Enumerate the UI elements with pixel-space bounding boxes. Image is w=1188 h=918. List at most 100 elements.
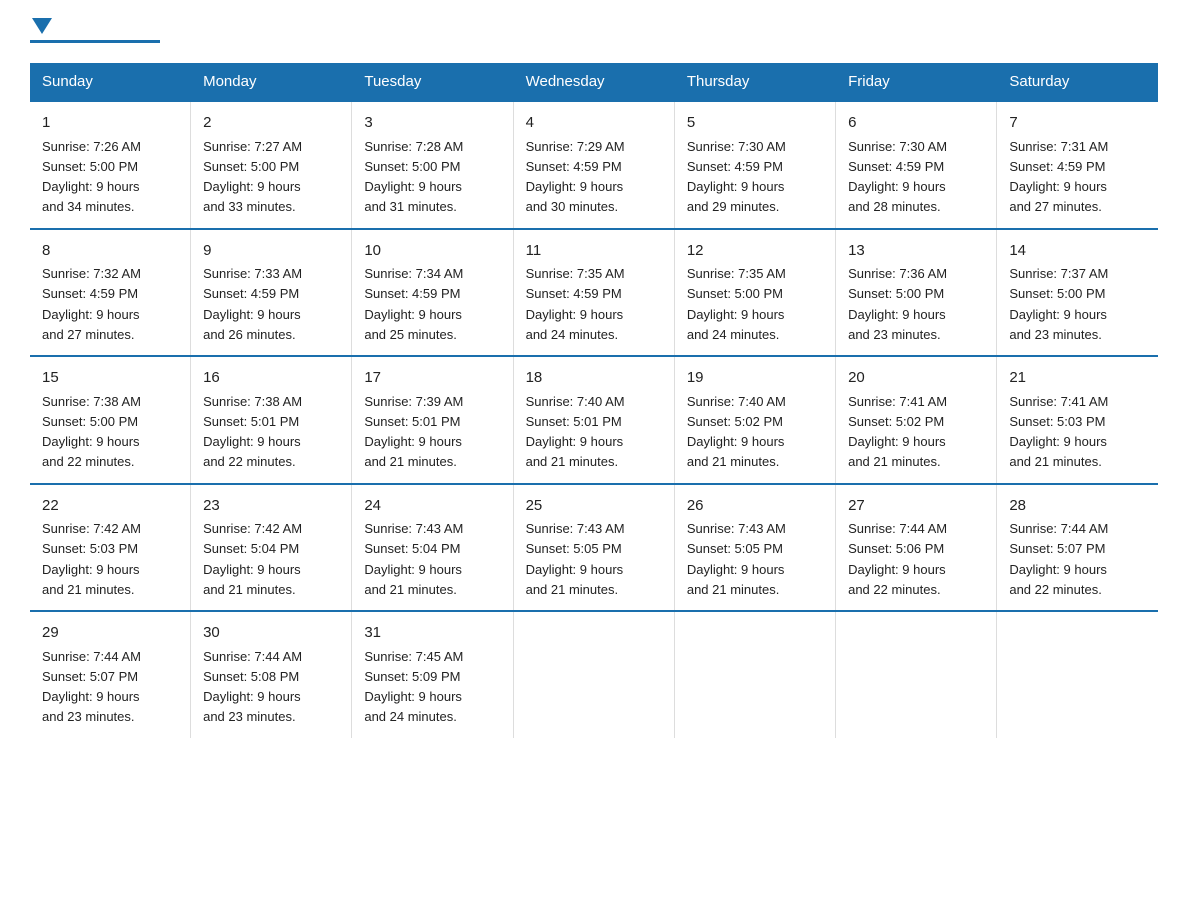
calendar-cell: 8 Sunrise: 7:32 AMSunset: 4:59 PMDayligh… (30, 229, 191, 357)
day-info: Sunrise: 7:32 AMSunset: 4:59 PMDaylight:… (42, 266, 141, 342)
day-number: 2 (203, 112, 339, 135)
calendar-cell: 27 Sunrise: 7:44 AMSunset: 5:06 PMDaylig… (836, 484, 997, 612)
calendar-cell: 10 Sunrise: 7:34 AMSunset: 4:59 PMDaylig… (352, 229, 513, 357)
calendar-cell: 7 Sunrise: 7:31 AMSunset: 4:59 PMDayligh… (997, 101, 1158, 229)
calendar-cell: 11 Sunrise: 7:35 AMSunset: 4:59 PMDaylig… (513, 229, 674, 357)
calendar-cell: 2 Sunrise: 7:27 AMSunset: 5:00 PMDayligh… (191, 101, 352, 229)
day-number: 22 (42, 495, 178, 518)
calendar-cell: 30 Sunrise: 7:44 AMSunset: 5:08 PMDaylig… (191, 611, 352, 738)
day-info: Sunrise: 7:39 AMSunset: 5:01 PMDaylight:… (364, 394, 463, 470)
day-number: 18 (526, 367, 662, 390)
day-number: 5 (687, 112, 823, 135)
day-info: Sunrise: 7:45 AMSunset: 5:09 PMDaylight:… (364, 649, 463, 725)
calendar-cell: 29 Sunrise: 7:44 AMSunset: 5:07 PMDaylig… (30, 611, 191, 738)
day-number: 13 (848, 240, 984, 263)
calendar-header-row: SundayMondayTuesdayWednesdayThursdayFrid… (30, 63, 1158, 101)
calendar-cell: 18 Sunrise: 7:40 AMSunset: 5:01 PMDaylig… (513, 356, 674, 484)
calendar-cell (674, 611, 835, 738)
calendar-cell: 17 Sunrise: 7:39 AMSunset: 5:01 PMDaylig… (352, 356, 513, 484)
calendar-cell: 21 Sunrise: 7:41 AMSunset: 5:03 PMDaylig… (997, 356, 1158, 484)
day-number: 15 (42, 367, 178, 390)
day-info: Sunrise: 7:26 AMSunset: 5:00 PMDaylight:… (42, 139, 141, 215)
day-info: Sunrise: 7:30 AMSunset: 4:59 PMDaylight:… (687, 139, 786, 215)
calendar-week-row: 22 Sunrise: 7:42 AMSunset: 5:03 PMDaylig… (30, 484, 1158, 612)
calendar-cell: 23 Sunrise: 7:42 AMSunset: 5:04 PMDaylig… (191, 484, 352, 612)
calendar-cell: 12 Sunrise: 7:35 AMSunset: 5:00 PMDaylig… (674, 229, 835, 357)
day-number: 9 (203, 240, 339, 263)
day-info: Sunrise: 7:44 AMSunset: 5:06 PMDaylight:… (848, 521, 947, 597)
calendar-cell: 22 Sunrise: 7:42 AMSunset: 5:03 PMDaylig… (30, 484, 191, 612)
day-number: 7 (1009, 112, 1145, 135)
calendar-cell: 9 Sunrise: 7:33 AMSunset: 4:59 PMDayligh… (191, 229, 352, 357)
day-info: Sunrise: 7:35 AMSunset: 5:00 PMDaylight:… (687, 266, 786, 342)
calendar-cell: 5 Sunrise: 7:30 AMSunset: 4:59 PMDayligh… (674, 101, 835, 229)
day-info: Sunrise: 7:42 AMSunset: 5:04 PMDaylight:… (203, 521, 302, 597)
calendar-cell: 28 Sunrise: 7:44 AMSunset: 5:07 PMDaylig… (997, 484, 1158, 612)
calendar-cell: 25 Sunrise: 7:43 AMSunset: 5:05 PMDaylig… (513, 484, 674, 612)
calendar-week-row: 8 Sunrise: 7:32 AMSunset: 4:59 PMDayligh… (30, 229, 1158, 357)
calendar-cell: 1 Sunrise: 7:26 AMSunset: 5:00 PMDayligh… (30, 101, 191, 229)
calendar-cell: 16 Sunrise: 7:38 AMSunset: 5:01 PMDaylig… (191, 356, 352, 484)
logo (30, 20, 160, 43)
day-info: Sunrise: 7:30 AMSunset: 4:59 PMDaylight:… (848, 139, 947, 215)
day-info: Sunrise: 7:35 AMSunset: 4:59 PMDaylight:… (526, 266, 625, 342)
day-info: Sunrise: 7:43 AMSunset: 5:05 PMDaylight:… (526, 521, 625, 597)
day-number: 14 (1009, 240, 1145, 263)
day-info: Sunrise: 7:38 AMSunset: 5:00 PMDaylight:… (42, 394, 141, 470)
day-number: 29 (42, 622, 178, 645)
day-info: Sunrise: 7:36 AMSunset: 5:00 PMDaylight:… (848, 266, 947, 342)
day-number: 20 (848, 367, 984, 390)
day-info: Sunrise: 7:44 AMSunset: 5:08 PMDaylight:… (203, 649, 302, 725)
day-number: 24 (364, 495, 500, 518)
calendar-table: SundayMondayTuesdayWednesdayThursdayFrid… (30, 63, 1158, 738)
calendar-cell: 3 Sunrise: 7:28 AMSunset: 5:00 PMDayligh… (352, 101, 513, 229)
day-info: Sunrise: 7:29 AMSunset: 4:59 PMDaylight:… (526, 139, 625, 215)
calendar-cell (997, 611, 1158, 738)
day-info: Sunrise: 7:42 AMSunset: 5:03 PMDaylight:… (42, 521, 141, 597)
day-number: 30 (203, 622, 339, 645)
day-number: 28 (1009, 495, 1145, 518)
day-info: Sunrise: 7:41 AMSunset: 5:02 PMDaylight:… (848, 394, 947, 470)
day-number: 31 (364, 622, 500, 645)
day-info: Sunrise: 7:31 AMSunset: 4:59 PMDaylight:… (1009, 139, 1108, 215)
day-number: 21 (1009, 367, 1145, 390)
header-sunday: Sunday (30, 63, 191, 101)
calendar-cell: 31 Sunrise: 7:45 AMSunset: 5:09 PMDaylig… (352, 611, 513, 738)
calendar-week-row: 15 Sunrise: 7:38 AMSunset: 5:00 PMDaylig… (30, 356, 1158, 484)
day-number: 16 (203, 367, 339, 390)
day-number: 11 (526, 240, 662, 263)
calendar-cell: 6 Sunrise: 7:30 AMSunset: 4:59 PMDayligh… (836, 101, 997, 229)
calendar-cell: 24 Sunrise: 7:43 AMSunset: 5:04 PMDaylig… (352, 484, 513, 612)
day-info: Sunrise: 7:27 AMSunset: 5:00 PMDaylight:… (203, 139, 302, 215)
calendar-cell: 4 Sunrise: 7:29 AMSunset: 4:59 PMDayligh… (513, 101, 674, 229)
calendar-cell (513, 611, 674, 738)
day-number: 3 (364, 112, 500, 135)
day-number: 17 (364, 367, 500, 390)
header-saturday: Saturday (997, 63, 1158, 101)
header-tuesday: Tuesday (352, 63, 513, 101)
logo-triangle-icon (32, 18, 52, 34)
day-number: 27 (848, 495, 984, 518)
day-info: Sunrise: 7:33 AMSunset: 4:59 PMDaylight:… (203, 266, 302, 342)
day-info: Sunrise: 7:41 AMSunset: 5:03 PMDaylight:… (1009, 394, 1108, 470)
day-info: Sunrise: 7:40 AMSunset: 5:01 PMDaylight:… (526, 394, 625, 470)
day-number: 4 (526, 112, 662, 135)
day-info: Sunrise: 7:40 AMSunset: 5:02 PMDaylight:… (687, 394, 786, 470)
day-number: 8 (42, 240, 178, 263)
day-number: 1 (42, 112, 178, 135)
day-info: Sunrise: 7:43 AMSunset: 5:04 PMDaylight:… (364, 521, 463, 597)
header-wednesday: Wednesday (513, 63, 674, 101)
calendar-cell: 15 Sunrise: 7:38 AMSunset: 5:00 PMDaylig… (30, 356, 191, 484)
calendar-cell: 13 Sunrise: 7:36 AMSunset: 5:00 PMDaylig… (836, 229, 997, 357)
calendar-week-row: 29 Sunrise: 7:44 AMSunset: 5:07 PMDaylig… (30, 611, 1158, 738)
day-info: Sunrise: 7:38 AMSunset: 5:01 PMDaylight:… (203, 394, 302, 470)
header-thursday: Thursday (674, 63, 835, 101)
calendar-cell: 26 Sunrise: 7:43 AMSunset: 5:05 PMDaylig… (674, 484, 835, 612)
day-info: Sunrise: 7:44 AMSunset: 5:07 PMDaylight:… (1009, 521, 1108, 597)
day-info: Sunrise: 7:44 AMSunset: 5:07 PMDaylight:… (42, 649, 141, 725)
logo-underline (30, 40, 160, 43)
calendar-cell: 20 Sunrise: 7:41 AMSunset: 5:02 PMDaylig… (836, 356, 997, 484)
day-info: Sunrise: 7:34 AMSunset: 4:59 PMDaylight:… (364, 266, 463, 342)
day-number: 19 (687, 367, 823, 390)
day-number: 10 (364, 240, 500, 263)
